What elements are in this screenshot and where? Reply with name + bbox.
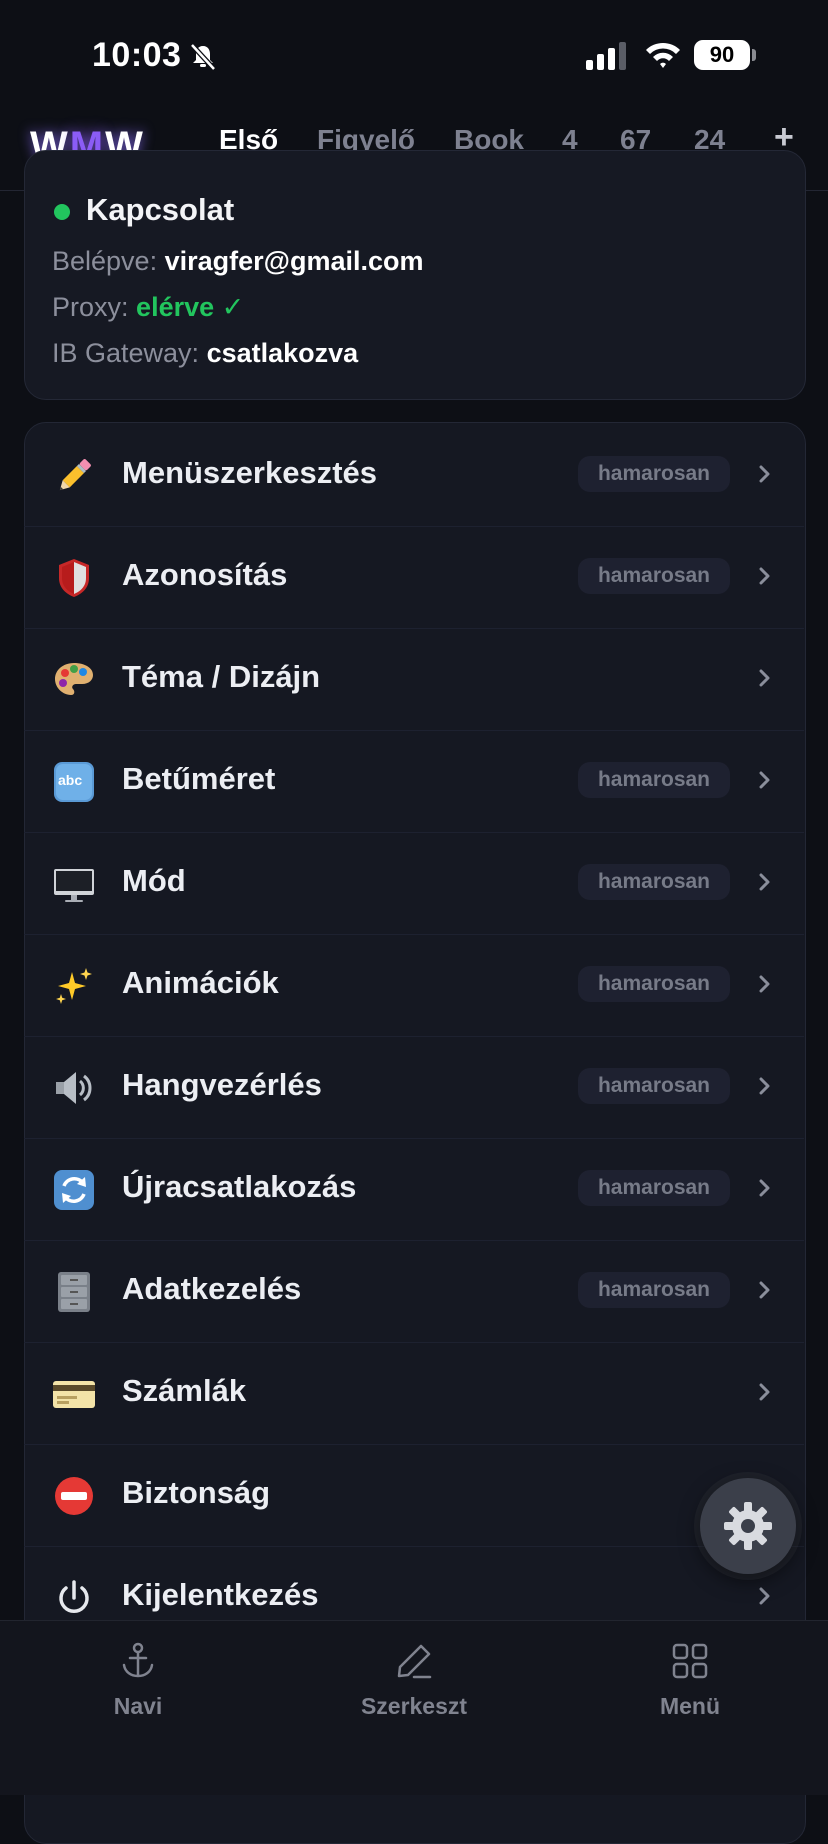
settings-item-label: Újracsatlakozás [122,1169,357,1204]
settings-item-animations[interactable]: Animációk hamarosan [24,934,804,1037]
nav-label: Szerkeszt [360,1693,468,1719]
reconnect-icon [54,1170,94,1210]
speaker-icon [56,1072,92,1104]
chevron-right-icon [759,873,770,891]
chevron-right-icon [759,669,770,687]
settings-item-authentication[interactable]: Azonosítás hamarosan [24,526,804,629]
settings-item-label: Számlák [122,1373,247,1408]
anchor-icon [122,1642,154,1678]
nav-item-edit[interactable]: Szerkeszt [314,1641,514,1720]
login-value: viragfer@gmail.com [164,246,424,276]
settings-item-mode[interactable]: Mód hamarosan [24,832,804,935]
monitor-icon [54,869,94,902]
settings-item-label: Mód [122,863,186,898]
settings-item-sound-control[interactable]: Hangvezérlés hamarosan [24,1036,804,1139]
settings-item-label: Hangvezérlés [122,1067,322,1102]
chevron-right-icon [759,567,770,585]
battery-indicator: 90 [694,40,750,70]
coming-soon-badge: hamarosan [578,1170,730,1206]
settings-item-label: Menüszerkesztés [122,455,378,490]
settings-item-security[interactable]: Biztonság [24,1444,804,1547]
battery-level: 90 [709,42,735,67]
palette-icon [55,663,93,695]
settings-item-invoices[interactable]: Számlák [24,1342,804,1445]
bell-muted-icon [190,43,216,71]
connection-title: Kapcsolat [86,192,235,227]
cellular-signal-icon [586,42,626,70]
coming-soon-badge: hamarosan [578,456,730,492]
power-icon [59,1580,89,1613]
settings-item-font-size[interactable]: abc Betűméret hamarosan [24,730,804,833]
coming-soon-badge: hamarosan [578,558,730,594]
settings-item-menu-editor[interactable]: Menüszerkesztés hamarosan [24,424,804,527]
proxy-label: Proxy: [52,292,129,322]
status-dot-icon [54,204,70,220]
chevron-right-icon [759,465,770,483]
abc-icon-glyph: abc [58,772,83,788]
shield-icon [59,559,89,597]
wifi-icon [646,42,680,68]
bottom-nav: Navi Szerkeszt Menü [0,1620,828,1795]
settings-fab-button[interactable] [700,1478,796,1574]
pencil-icon [59,459,91,491]
chevron-right-icon [759,975,770,993]
gateway-value: csatlakozva [206,338,359,368]
coming-soon-badge: hamarosan [578,966,730,1002]
settings-item-label: Kijelentkezés [122,1577,319,1612]
proxy-row: Proxy: elérve ✓ [52,292,244,323]
credit-card-icon [53,1381,95,1408]
gateway-label: IB Gateway: [52,338,200,368]
pen-icon [397,1644,432,1679]
nav-label: Menü [659,1693,721,1719]
coming-soon-badge: hamarosan [578,762,730,798]
settings-item-label: Adatkezelés [122,1271,302,1306]
nav-item-navi[interactable]: Navi [38,1641,238,1720]
status-bar: 10:03 90 [0,0,828,110]
login-row: Belépve: viragfer@gmail.com [52,246,424,277]
file-cabinet-icon [58,1272,90,1312]
gear-icon [724,1502,772,1550]
settings-item-label: Azonosítás [122,557,288,592]
coming-soon-badge: hamarosan [578,864,730,900]
settings-item-data-management[interactable]: Adatkezelés hamarosan [24,1240,804,1343]
login-label: Belépve: [52,246,158,276]
proxy-value: elérve ✓ [136,292,245,322]
sparkles-icon [56,968,92,1004]
no-entry-icon [55,1477,93,1515]
settings-item-reconnect[interactable]: Újracsatlakozás hamarosan [24,1138,804,1241]
status-time: 10:03 [92,36,182,74]
chevron-right-icon [759,771,770,789]
settings-item-label: Biztonság [122,1475,271,1510]
chevron-right-icon [759,1281,770,1299]
settings-item-label: Animációk [122,965,279,1000]
settings-item-label: Téma / Dizájn [122,659,321,694]
gateway-row: IB Gateway: csatlakozva [52,338,358,369]
coming-soon-badge: hamarosan [578,1068,730,1104]
chevron-right-icon [759,1077,770,1095]
chevron-right-icon [759,1587,770,1605]
battery-tip [752,49,756,61]
chevron-right-icon [759,1179,770,1197]
settings-item-theme[interactable]: Téma / Dizájn [24,628,804,731]
chevron-right-icon [759,1383,770,1401]
nav-label: Navi [113,1693,163,1719]
nav-item-menu[interactable]: Menü [590,1641,790,1720]
grid-icon [672,1643,708,1679]
coming-soon-badge: hamarosan [578,1272,730,1308]
settings-item-label: Betűméret [122,761,276,796]
